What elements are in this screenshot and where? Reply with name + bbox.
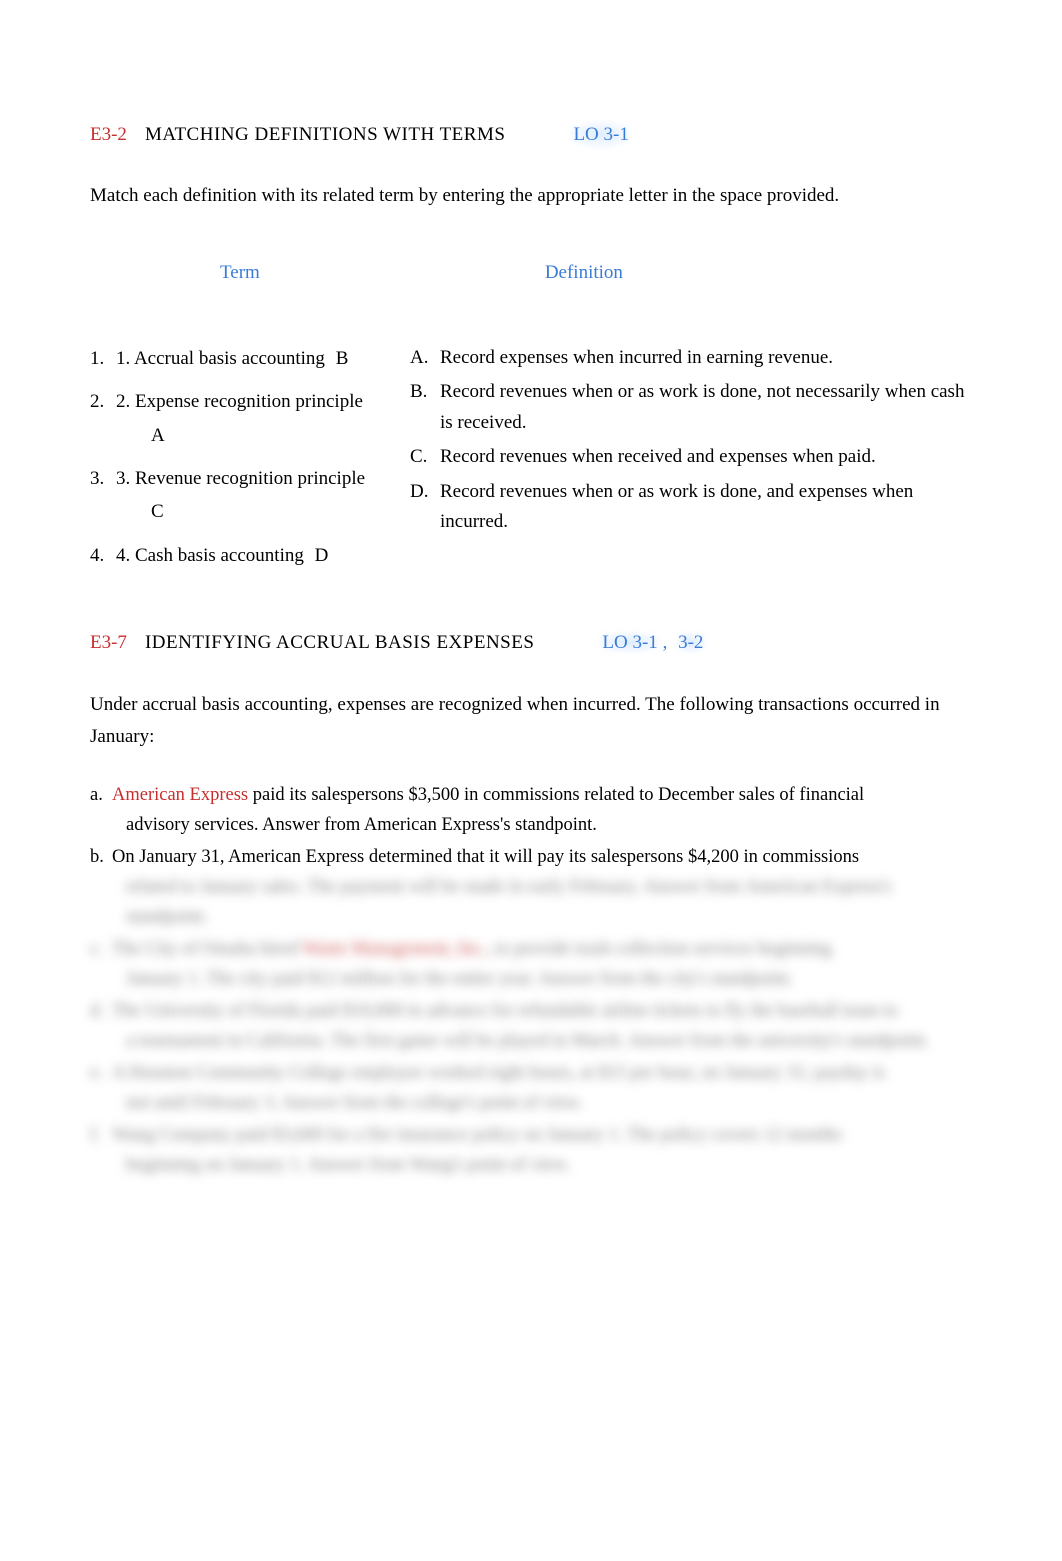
- term-def-header: Term Definition: [90, 258, 972, 288]
- blurred-text: not until February 3. Answer from the co…: [112, 1089, 972, 1119]
- term-item: 3. 3. Revenue recognition principle C: [90, 463, 380, 528]
- transaction-letter: b.: [90, 843, 112, 933]
- exercise-instruction: Under accrual basis accounting, expenses…: [90, 689, 972, 754]
- exercise-title: IDENTIFYING ACCRUAL BASIS EXPENSES: [145, 628, 534, 658]
- transaction-letter: d.: [90, 997, 112, 1057]
- exercise-code: E3-7: [90, 628, 127, 658]
- blurred-text: The City of Omaha hired: [112, 939, 302, 959]
- term-header: Term: [220, 258, 260, 288]
- transaction-item: e. A Houston Community College employee …: [90, 1059, 972, 1119]
- term-label: 2. Expense recognition principle: [116, 391, 363, 412]
- term-label: 1. Accrual basis accounting: [116, 348, 325, 369]
- exercise-header-1: E3-2 MATCHING DEFINITIONS WITH TERMS LO …: [90, 120, 972, 150]
- lo-link[interactable]: LO 3-1: [573, 120, 628, 150]
- blurred-text: January 1. The city paid $12 million for…: [112, 965, 972, 995]
- transaction-text: paid its salespersons $3,500 in commissi…: [248, 785, 864, 805]
- term-outer-number: 2.: [90, 386, 116, 451]
- definition-header: Definition: [545, 258, 623, 288]
- transactions-list: a. American Express paid its salesperson…: [90, 781, 972, 1181]
- blurred-text: beginning on January 1. Answer from Wang…: [112, 1151, 972, 1181]
- blurred-text: A Houston Community College employee wor…: [112, 1063, 885, 1083]
- exercise-header-2: E3-7 IDENTIFYING ACCRUAL BASIS EXPENSES …: [90, 628, 972, 658]
- term-outer-number: 1.: [90, 343, 116, 374]
- term-item: 1. 1. Accrual basis accounting B: [90, 343, 380, 374]
- exercise-code: E3-2: [90, 120, 127, 150]
- blurred-text: , to provide trash collection services b…: [486, 939, 832, 959]
- blurred-text: Wang Company paid $3,600 for a fire insu…: [112, 1125, 842, 1145]
- transaction-item: c. The City of Omaha hired Waste Managem…: [90, 935, 972, 995]
- lo-link[interactable]: LO 3-1: [602, 632, 657, 653]
- term-item: 4. 4. Cash basis accounting D: [90, 540, 380, 571]
- company-link[interactable]: American Express: [112, 785, 248, 805]
- transaction-item: a. American Express paid its salesperson…: [90, 781, 972, 841]
- transaction-item: d. The University of Florida paid $10,00…: [90, 997, 972, 1057]
- exercise-title: MATCHING DEFINITIONS WITH TERMS: [145, 120, 506, 150]
- term-outer-number: 3.: [90, 463, 116, 528]
- definition-item: D. Record revenues when or as work is do…: [410, 477, 972, 538]
- transaction-letter: e.: [90, 1059, 112, 1119]
- term-answer: D: [315, 545, 329, 566]
- exercise-instruction: Match each definition with its related t…: [90, 180, 972, 212]
- blurred-text: related to January sales. The payment wi…: [112, 873, 972, 933]
- transaction-text: advisory services. Answer from American …: [112, 811, 972, 841]
- definition-item: B. Record revenues when or as work is do…: [410, 377, 972, 438]
- matching-container: 1. 1. Accrual basis accounting B 2. 2. E…: [90, 343, 972, 583]
- definition-letter: B.: [410, 377, 440, 438]
- term-answer: B: [336, 348, 349, 369]
- transaction-letter: a.: [90, 781, 112, 841]
- term-item: 2. 2. Expense recognition principle A: [90, 386, 380, 451]
- definition-item: A. Record expenses when incurred in earn…: [410, 343, 972, 373]
- transaction-letter: c.: [90, 935, 112, 995]
- definition-text: Record expenses when incurred in earning…: [440, 343, 972, 373]
- term-outer-number: 4.: [90, 540, 116, 571]
- blurred-text: a tournament in California. The first ga…: [112, 1027, 972, 1057]
- lo-link[interactable]: 3-2: [678, 632, 703, 653]
- transaction-text: On January 31, American Express determin…: [112, 847, 859, 867]
- definition-text: Record revenues when received and expens…: [440, 442, 972, 472]
- definition-item: C. Record revenues when received and exp…: [410, 442, 972, 472]
- transaction-letter: f.: [90, 1121, 112, 1181]
- definitions-column: A. Record expenses when incurred in earn…: [410, 343, 972, 583]
- term-label: 3. Revenue recognition principle: [116, 468, 365, 489]
- definition-text: Record revenues when or as work is done,…: [440, 477, 972, 538]
- definition-letter: D.: [410, 477, 440, 538]
- term-answer: A: [151, 420, 380, 451]
- transaction-item: b. On January 31, American Express deter…: [90, 843, 972, 933]
- definition-letter: A.: [410, 343, 440, 373]
- transaction-item: f. Wang Company paid $3,600 for a fire i…: [90, 1121, 972, 1181]
- definition-text: Record revenues when or as work is done,…: [440, 377, 972, 438]
- term-answer: C: [151, 496, 380, 527]
- blurred-company: Waste Management, Inc.: [302, 939, 485, 959]
- definition-letter: C.: [410, 442, 440, 472]
- term-label: 4. Cash basis accounting: [116, 545, 304, 566]
- blurred-text: The University of Florida paid $10,000 i…: [112, 1001, 898, 1021]
- lo-separator: ,: [663, 632, 668, 653]
- terms-column: 1. 1. Accrual basis accounting B 2. 2. E…: [90, 343, 380, 583]
